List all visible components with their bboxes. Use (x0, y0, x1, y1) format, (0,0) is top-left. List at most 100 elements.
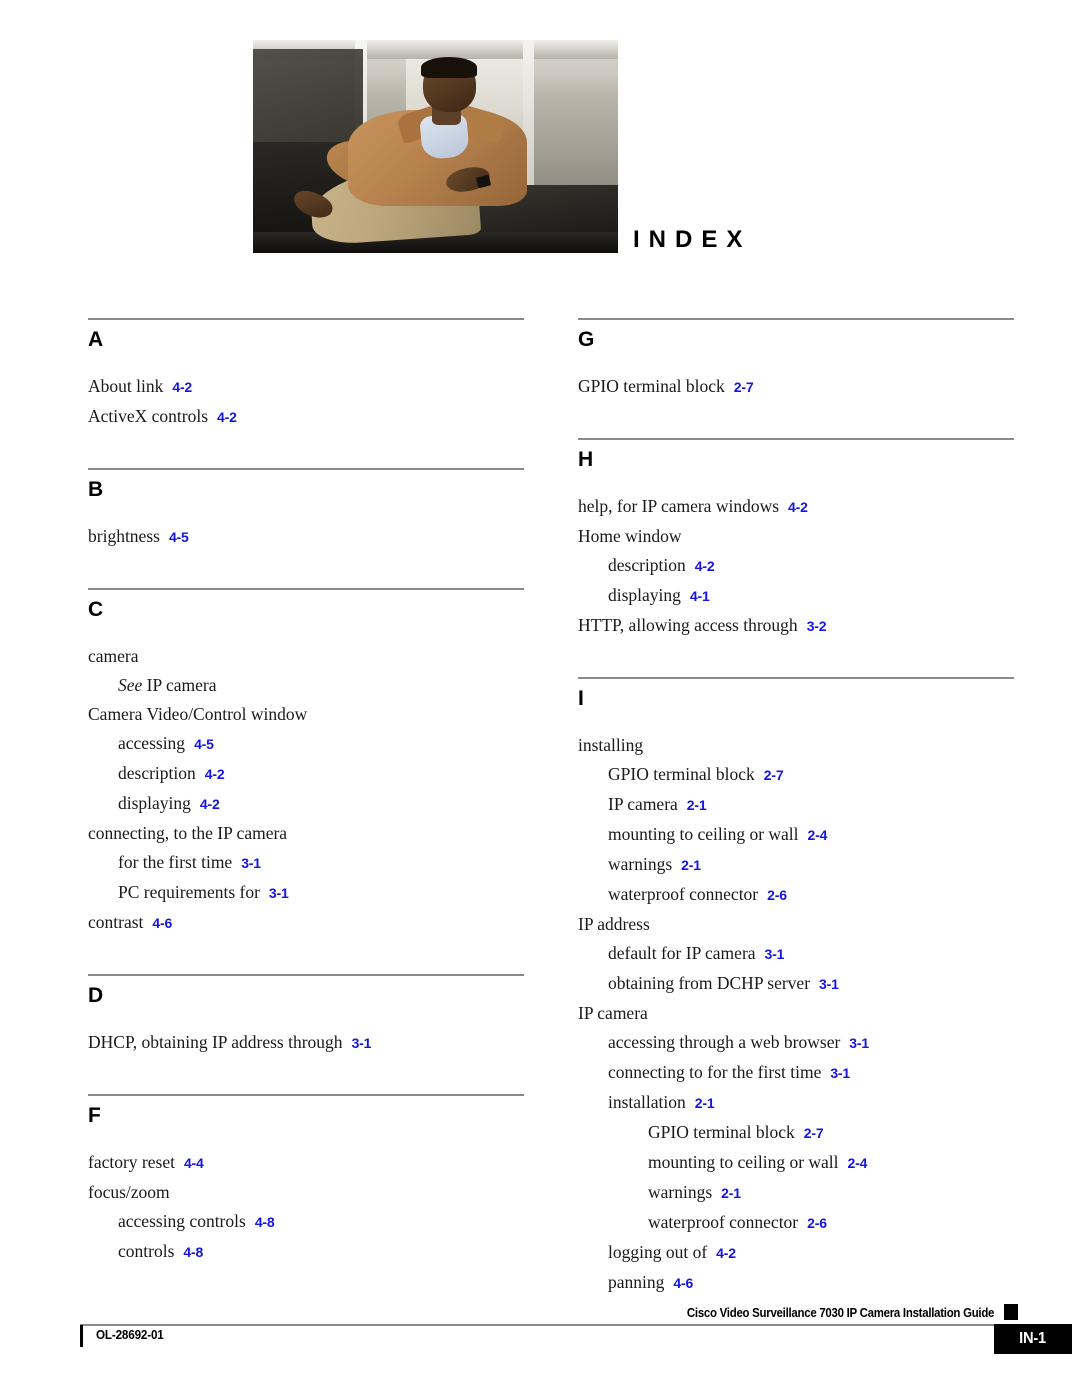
index-section-a: A About link 4-2 ActiveX controls 4-2 (88, 318, 524, 432)
section-entry-list: help, for IP camera windows 4-2 Home windo… (578, 470, 1014, 641)
index-page-reference[interactable]: 4-5 (169, 529, 189, 545)
index-page-reference[interactable]: 2-7 (734, 379, 754, 395)
index-entry-label: displaying (608, 585, 681, 605)
header-photo (253, 40, 618, 253)
index-page-reference[interactable]: 4-4 (184, 1155, 204, 1171)
index-page-reference[interactable]: 2-1 (695, 1095, 715, 1111)
index-page-reference[interactable]: 4-2 (695, 558, 715, 574)
section-entry-list: GPIO terminal block 2-7 (578, 350, 1014, 402)
index-entry-label: accessing (118, 733, 186, 753)
footer-divider (80, 1324, 1018, 1326)
index-page-reference[interactable]: 4-6 (673, 1275, 693, 1291)
index-page-reference[interactable]: 2-6 (767, 887, 787, 903)
index-entry-label: displaying (118, 793, 191, 813)
index-page-reference[interactable]: 3-1 (765, 946, 785, 962)
index-entry-label: IP address (578, 914, 650, 934)
footer-document-number: OL-28692-01 (96, 1327, 164, 1342)
index-page-reference[interactable]: 3-1 (269, 885, 289, 901)
index-entry: connecting to for the first time 3-1 (578, 1058, 1014, 1088)
index-page-reference[interactable]: 4-6 (152, 915, 172, 931)
index-page-reference[interactable]: 2-1 (721, 1185, 741, 1201)
index-entry-label: mounting to ceiling or wall (608, 824, 799, 844)
index-entry-label: controls (118, 1241, 175, 1261)
section-entry-list: About link 4-2 ActiveX controls 4-2 (88, 350, 524, 432)
section-entry-list: camera See IP camera Camera Video/Control … (88, 620, 524, 938)
footer-page-number-box: IN-1 (994, 1324, 1072, 1354)
index-page-reference[interactable]: 4-2 (200, 796, 220, 812)
index-entry-label: default for IP camera (608, 943, 756, 963)
index-page-reference[interactable]: 4-8 (255, 1214, 275, 1230)
index-entry: panning 4-6 (578, 1268, 1014, 1298)
index-section-f: Ffactory reset 4-4 focus/zoom accessing con… (88, 1094, 524, 1267)
index-column-left: A About link 4-2 ActiveX controls 4-2 Bbright… (88, 318, 524, 1267)
section-letter: B (88, 478, 104, 501)
index-entry: waterproof connector 2-6 (578, 1208, 1014, 1238)
index-entry-label: IP camera (608, 794, 678, 814)
index-entry-label: for the first time (118, 852, 233, 872)
index-page-reference[interactable]: 4-2 (716, 1245, 736, 1261)
index-page-reference[interactable]: 3-2 (807, 618, 827, 634)
index-entry-label: Home window (578, 526, 682, 546)
section-letter: H (578, 448, 594, 471)
index-entry-label: About link (88, 376, 164, 396)
index-page-reference[interactable]: 3-1 (830, 1065, 850, 1081)
index-entry-label: focus/zoom (88, 1182, 170, 1202)
index-page-reference[interactable]: 4-1 (690, 588, 710, 604)
index-entry: accessing controls 4-8 (88, 1207, 524, 1237)
index-entry: warnings 2-1 (578, 1178, 1014, 1208)
index-entry: mounting to ceiling or wall 2-4 (578, 1148, 1014, 1178)
index-page-reference[interactable]: 3-1 (241, 855, 261, 871)
index-section-d: D DHCP, obtaining IP address through 3-1 (88, 974, 524, 1058)
index-entry-label: waterproof connector (608, 884, 759, 904)
index-page-reference[interactable]: 4-5 (194, 736, 214, 752)
index-entry-label: GPIO terminal block (578, 376, 725, 396)
index-entry: mounting to ceiling or wall 2-4 (578, 820, 1014, 850)
index-page-reference[interactable]: 2-7 (764, 767, 784, 783)
index-entry-label: GPIO terminal block (648, 1122, 795, 1142)
index-page-reference[interactable]: 2-1 (681, 857, 701, 873)
section-entry-list: installing GPIO terminal block 2-7 IP camer… (578, 709, 1014, 1298)
index-entry: for the first time 3-1 (88, 848, 524, 878)
index-page-reference[interactable]: 4-8 (183, 1244, 203, 1260)
index-entry-label: contrast (88, 912, 144, 932)
index-page: INDEX A About link 4-2 ActiveX controls 4-2 B… (0, 0, 1080, 1397)
index-section-c: Ccamera See IP camera Camera Video/Control… (88, 588, 524, 938)
index-entry-label: warnings (608, 854, 673, 874)
index-page-reference[interactable]: 3-1 (352, 1035, 372, 1051)
index-page-reference[interactable]: 3-1 (819, 976, 839, 992)
index-page-reference[interactable]: 4-2 (205, 766, 225, 782)
index-section-h: Hhelp, for IP camera windows 4-2 Home wind… (578, 438, 1014, 641)
index-section-b: Bbrightness 4-5 (88, 468, 524, 552)
index-page-reference[interactable]: 2-1 (687, 797, 707, 813)
index-page-reference[interactable]: 4-2 (172, 379, 192, 395)
index-entry: contrast 4-6 (88, 908, 524, 938)
index-page-reference[interactable]: 2-4 (848, 1155, 868, 1171)
index-page-reference[interactable]: 4-2 (788, 499, 808, 515)
index-entry: Home window (578, 522, 1014, 551)
index-entry: warnings 2-1 (578, 850, 1014, 880)
index-entry: IP camera 2-1 (578, 790, 1014, 820)
index-entry: camera (88, 642, 524, 671)
index-page-reference[interactable]: 3-1 (849, 1035, 869, 1051)
index-entry: PC requirements for 3-1 (88, 878, 524, 908)
index-page-reference[interactable]: 2-4 (808, 827, 828, 843)
index-entry: waterproof connector 2-6 (578, 880, 1014, 910)
index-entry-label: connecting to for the first time (608, 1062, 822, 1082)
index-entry-label: connecting, to the IP camera (88, 823, 288, 843)
index-entry-label: HTTP, allowing access through (578, 615, 798, 635)
index-page-reference[interactable]: 2-6 (807, 1215, 827, 1231)
index-page-reference[interactable]: 4-2 (217, 409, 237, 425)
index-entry: accessing 4-5 (88, 729, 524, 759)
index-entry: installing (578, 731, 1014, 760)
footer-guide-title: Cisco Video Surveillance 7030 IP Camera … (686, 1305, 995, 1320)
index-entry-label: brightness (88, 526, 160, 546)
index-entry-label: obtaining from DCHP server (608, 973, 811, 993)
index-entry-label: description (608, 555, 686, 575)
index-entry-label: installation (608, 1092, 686, 1112)
index-page-reference[interactable]: 2-7 (804, 1125, 824, 1141)
